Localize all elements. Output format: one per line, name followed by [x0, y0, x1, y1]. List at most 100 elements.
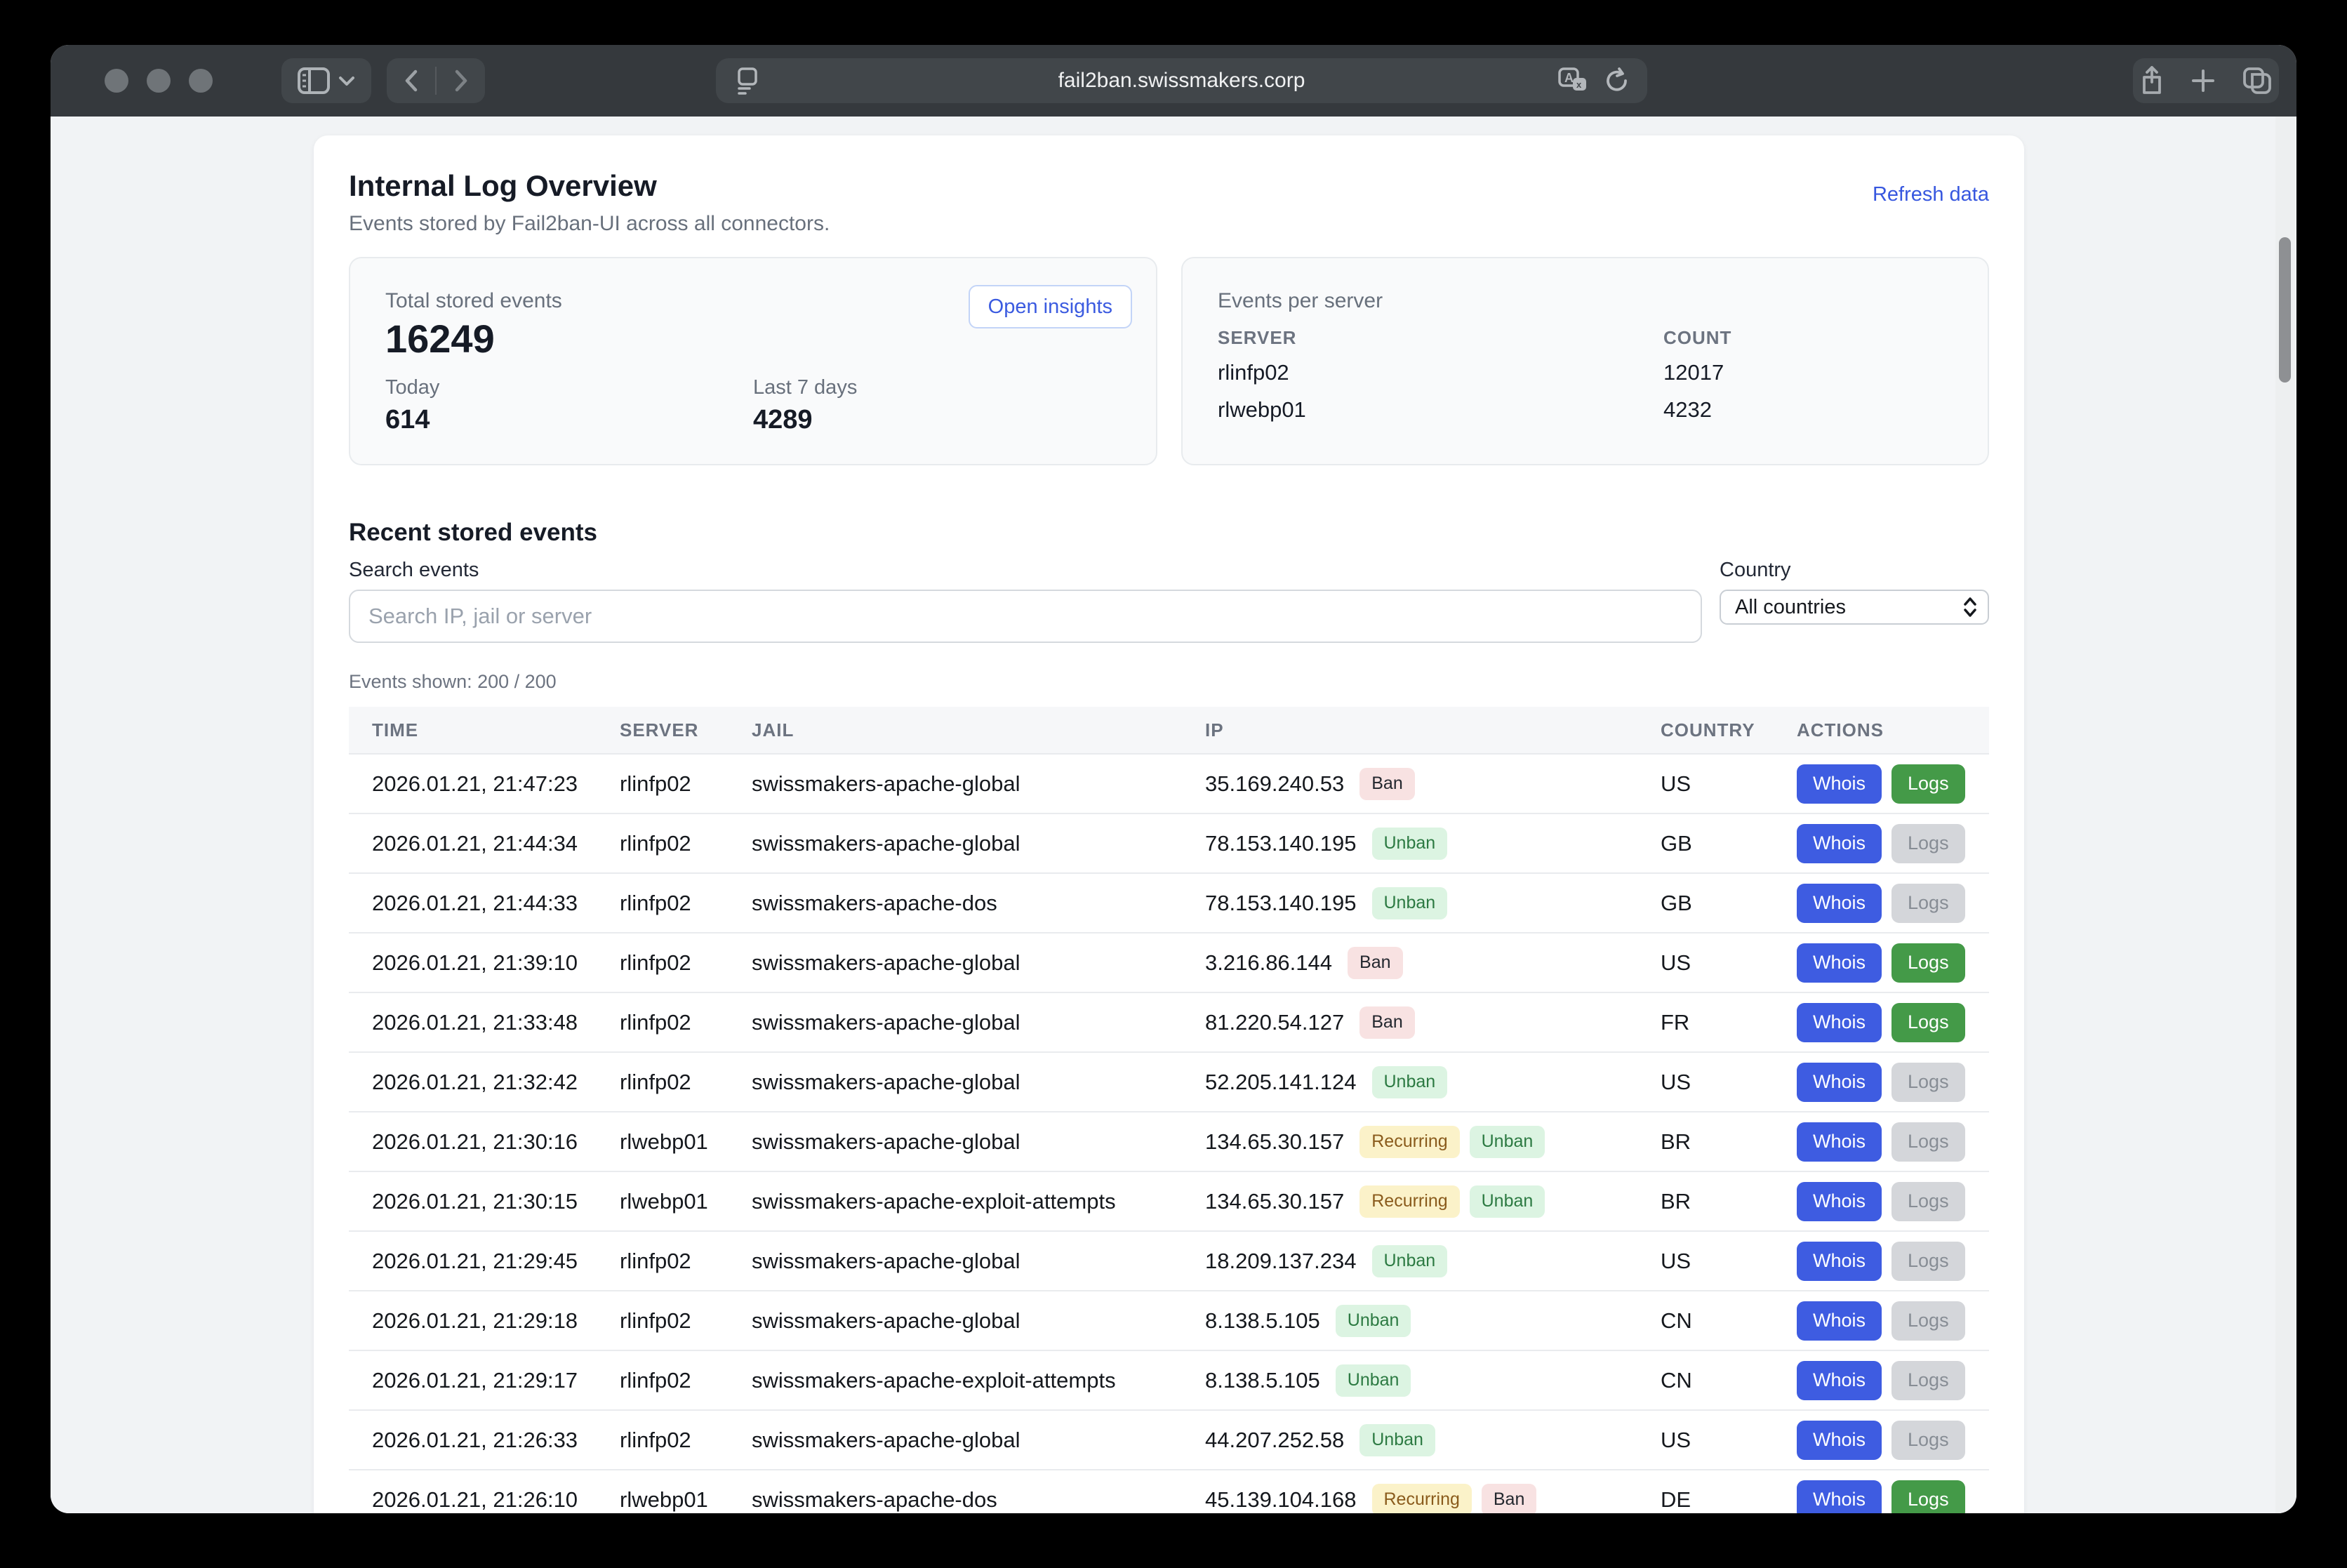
event-time: 2026.01.21, 21:29:17 — [349, 1350, 620, 1410]
table-row: 2026.01.21, 21:26:33 rlinfp02 swissmaker… — [349, 1410, 1989, 1470]
whois-button[interactable]: Whois — [1797, 824, 1882, 863]
event-badges: Unban — [1372, 828, 1448, 860]
event-jail: swissmakers-apache-dos — [752, 873, 1205, 933]
chevron-left-icon — [404, 69, 418, 92]
back-button[interactable] — [387, 58, 435, 103]
logs-button[interactable]: Logs — [1891, 1421, 1965, 1460]
event-server: rlinfp02 — [620, 992, 752, 1052]
unban-badge: Unban — [1359, 1424, 1435, 1456]
event-ip: 8.138.5.105 — [1205, 1368, 1320, 1393]
country-label: Country — [1720, 558, 1989, 582]
logs-button[interactable]: Logs — [1891, 884, 1965, 923]
minimize-window-button[interactable] — [147, 69, 171, 93]
event-country: CN — [1661, 1350, 1797, 1410]
new-tab-icon[interactable] — [2190, 68, 2216, 93]
events-per-server-label: Events per server — [1218, 289, 1953, 313]
scrollbar-thumb[interactable] — [2279, 237, 2291, 383]
total-events-card: Total stored events 16249 Open insights … — [349, 257, 1157, 465]
column-header-actions: ACTIONS — [1797, 707, 1989, 754]
whois-button[interactable]: Whois — [1797, 1301, 1882, 1341]
whois-button[interactable]: Whois — [1797, 1182, 1882, 1221]
count-column-header: COUNT — [1663, 327, 1953, 348]
logs-button[interactable]: Logs — [1891, 1480, 1965, 1514]
event-ip: 35.169.240.53 — [1205, 771, 1344, 797]
event-ip: 18.209.137.234 — [1205, 1249, 1357, 1274]
event-country: BR — [1661, 1171, 1797, 1231]
toolbar-actions — [2133, 58, 2279, 103]
page-settings-icon[interactable] — [736, 66, 759, 95]
event-ip: 134.65.30.157 — [1205, 1129, 1344, 1155]
sidebar-toggle-button[interactable] — [281, 58, 371, 103]
event-country: FR — [1661, 992, 1797, 1052]
share-icon[interactable] — [2140, 65, 2164, 96]
event-badges: Unban — [1359, 1424, 1435, 1456]
event-time: 2026.01.21, 21:29:45 — [349, 1231, 620, 1291]
refresh-data-link[interactable]: Refresh data — [1873, 183, 1989, 206]
server-name: rlinfp02 — [1218, 360, 1663, 385]
event-time: 2026.01.21, 21:44:34 — [349, 813, 620, 873]
logs-button[interactable]: Logs — [1891, 1182, 1965, 1221]
column-header-jail: JAIL — [752, 707, 1205, 754]
logs-button[interactable]: Logs — [1891, 764, 1965, 804]
event-jail: swissmakers-apache-global — [752, 933, 1205, 992]
search-input[interactable] — [349, 590, 1702, 643]
event-jail: swissmakers-apache-global — [752, 1291, 1205, 1350]
scrollbar-track[interactable] — [2275, 117, 2295, 1513]
select-chevrons-icon — [1962, 597, 1978, 618]
logs-button[interactable]: Logs — [1891, 1003, 1965, 1042]
server-count: 12017 — [1663, 360, 1953, 385]
event-server: rlinfp02 — [620, 1410, 752, 1470]
event-server: rlinfp02 — [620, 754, 752, 813]
whois-button[interactable]: Whois — [1797, 943, 1882, 983]
filter-controls: Search events Country All countries — [349, 558, 1989, 643]
whois-button[interactable]: Whois — [1797, 1063, 1882, 1102]
logs-button[interactable]: Logs — [1891, 824, 1965, 863]
reload-icon[interactable] — [1604, 67, 1630, 95]
event-country: US — [1661, 1052, 1797, 1112]
table-row: 2026.01.21, 21:32:42 rlinfp02 swissmaker… — [349, 1052, 1989, 1112]
unban-badge: Unban — [1372, 828, 1448, 860]
sidebar-icon — [298, 67, 330, 94]
forward-button[interactable] — [437, 58, 485, 103]
logs-button[interactable]: Logs — [1891, 1122, 1965, 1162]
whois-button[interactable]: Whois — [1797, 1480, 1882, 1514]
whois-button[interactable]: Whois — [1797, 1003, 1882, 1042]
event-server: rlwebp01 — [620, 1171, 752, 1231]
table-row: 2026.01.21, 21:26:10 rlwebp01 swissmaker… — [349, 1470, 1989, 1513]
zoom-window-button[interactable] — [189, 69, 213, 93]
close-window-button[interactable] — [105, 69, 128, 93]
unban-badge: Unban — [1372, 1066, 1448, 1098]
logs-button[interactable]: Logs — [1891, 1063, 1965, 1102]
column-header-ip: IP — [1205, 707, 1661, 754]
event-server: rlinfp02 — [620, 1291, 752, 1350]
event-badges: Ban — [1348, 947, 1402, 979]
logs-button[interactable]: Logs — [1891, 1301, 1965, 1341]
whois-button[interactable]: Whois — [1797, 1421, 1882, 1460]
logs-button[interactable]: Logs — [1891, 1242, 1965, 1281]
event-time: 2026.01.21, 21:39:10 — [349, 933, 620, 992]
event-time: 2026.01.21, 21:44:33 — [349, 873, 620, 933]
whois-button[interactable]: Whois — [1797, 764, 1882, 804]
address-bar[interactable]: fail2ban.swissmakers.corp A x — [716, 58, 1647, 103]
event-time: 2026.01.21, 21:26:10 — [349, 1470, 620, 1513]
whois-button[interactable]: Whois — [1797, 1361, 1882, 1400]
whois-button[interactable]: Whois — [1797, 884, 1882, 923]
unban-badge: Unban — [1372, 887, 1448, 919]
last7days-value: 4289 — [753, 404, 1121, 435]
events-table: TIME SERVER JAIL IP COUNTRY ACTIONS 2026… — [349, 707, 1989, 1513]
event-jail: swissmakers-apache-global — [752, 1231, 1205, 1291]
translate-icon[interactable]: A x — [1557, 67, 1588, 95]
logs-button[interactable]: Logs — [1891, 943, 1965, 983]
url-text: fail2ban.swissmakers.corp — [716, 69, 1647, 93]
unban-badge: Unban — [1336, 1364, 1411, 1397]
logs-button[interactable]: Logs — [1891, 1361, 1965, 1400]
event-country: US — [1661, 1410, 1797, 1470]
country-select[interactable]: All countries — [1720, 590, 1989, 625]
tab-overview-icon[interactable] — [2242, 67, 2272, 95]
open-insights-button[interactable]: Open insights — [969, 285, 1132, 328]
unban-badge: Unban — [1336, 1305, 1411, 1337]
whois-button[interactable]: Whois — [1797, 1122, 1882, 1162]
unban-badge: Unban — [1372, 1245, 1448, 1277]
event-jail: swissmakers-apache-dos — [752, 1470, 1205, 1513]
whois-button[interactable]: Whois — [1797, 1242, 1882, 1281]
